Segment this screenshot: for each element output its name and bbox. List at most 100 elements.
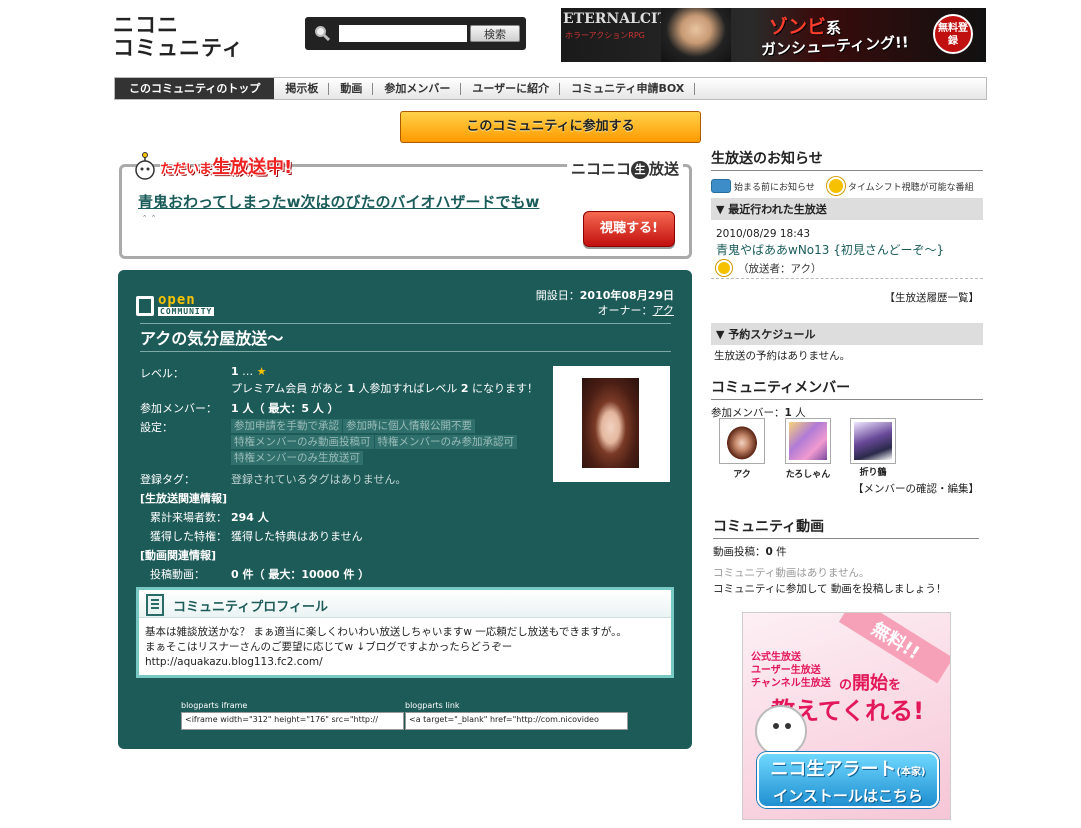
video-section: コミュニティ動画 動画投稿：0 件 コミュニティ動画はありません。 コミュニティ… — [713, 516, 979, 596]
logo-line1: ニコニ — [113, 13, 179, 37]
blogparts-iframe-code[interactable]: <iframe width="312" height="176" src="ht… — [181, 712, 404, 730]
blogparts-link-code[interactable]: <a target="_blank" href="http://com.nico… — [405, 712, 628, 730]
visitors-label: 累計来場者数： — [150, 511, 227, 524]
clock-icon — [826, 177, 845, 195]
ad-headline-main: ゾンビ — [769, 16, 827, 38]
premium-count: 1 — [347, 382, 355, 395]
live-title-link[interactable]: 青鬼おわってしまったw次はのびたのバイオハザードでもw — [138, 191, 539, 212]
tab-request-box[interactable]: コミュニティ申請BOX — [560, 78, 696, 99]
member-avatar — [785, 418, 831, 464]
ad-cta-title: ニコ生アラート(本家) — [759, 757, 937, 786]
video-count-unit: 件 — [772, 546, 787, 558]
videos-label: 投稿動画： — [150, 568, 205, 581]
live-notice-title: 生放送のお知らせ — [711, 148, 983, 171]
nico-alert-ad[interactable]: 無料!! 公式生放送 ユーザー生放送 チャンネル生放送 の開始を 教えてくれる!… — [742, 612, 951, 820]
member-avatar — [719, 418, 765, 464]
live-notice-legend: 始まる前にお知らせ タイムシフト視聴が可能な番組 — [711, 177, 983, 195]
live-notice-section: 生放送のお知らせ 始まる前にお知らせ タイムシフト視聴が可能な番組 — [711, 148, 983, 195]
recent-live-item: 2010/08/29 18:43 青鬼やばああwNo13 {初見さんどーぞ～} … — [716, 228, 988, 276]
live-now-text: 生放送中! — [212, 157, 293, 178]
members-link-wrap: 【メンバーの確認・編集】 — [711, 481, 979, 496]
video-cta-text1: コミュニティに — [713, 583, 786, 595]
tab-videos[interactable]: 動画 — [329, 78, 374, 99]
profile-body: 基本は雑談放送かな？ まぁ適当に楽しくわいわい放送しちゃいますw 一応頼だし放送… — [145, 625, 627, 670]
privilege-label: 獲得した特権： — [150, 530, 227, 543]
schedule-none: 生放送の予約はありません。 — [714, 350, 851, 362]
nico-live-brand: ニコニコ生放送 — [566, 158, 683, 179]
live-now-header: ただいま生放送中! — [132, 151, 292, 181]
search-button[interactable]: 検索 — [470, 25, 520, 42]
search-input[interactable] — [339, 25, 467, 42]
join-community-button[interactable]: このコミュニティに参加する — [400, 111, 701, 143]
privilege-value: 獲得した特典はありません — [231, 530, 363, 543]
tab-board[interactable]: 掲示板 — [274, 78, 330, 99]
member-card[interactable]: たろしゃん — [785, 418, 831, 480]
tab-community-top[interactable]: このコミュニティのトップ — [115, 78, 275, 99]
ad-broadcast-types: 公式生放送 ユーザー生放送 チャンネル生放送 — [751, 651, 831, 690]
logo-line2: コミュニティ — [113, 36, 244, 60]
video-count-label: 動画投稿： — [713, 546, 766, 558]
recent-live-title[interactable]: 青鬼やばああwNo13 {初見さんどーぞ～} — [716, 241, 988, 258]
profile-title: コミュニティプロフィール — [173, 600, 328, 615]
legend-notify: 始まる前にお知らせ — [734, 182, 815, 193]
ad-cta-install: インストールはこちら — [773, 787, 923, 805]
open-community-icon — [136, 296, 154, 316]
members-section: コミュニティメンバー 参加メンバー：1 人 — [711, 377, 983, 420]
setting-tag: 参加申請を手動で承認 — [231, 419, 342, 433]
divider — [711, 278, 983, 279]
recent-live-bar: ▼ 最近行われた生放送 — [711, 198, 983, 220]
created-label: 開設日： — [535, 289, 580, 302]
ad-type-line: 公式生放送 — [751, 652, 801, 663]
visitors-value: 294 人 — [231, 511, 269, 524]
join-link[interactable]: 参加して — [786, 583, 828, 595]
recent-live-caster-text: （放送者：アク） — [738, 262, 822, 275]
premium-link[interactable]: プレミアム会員 — [231, 382, 307, 395]
live-description: ＾＾ — [140, 217, 159, 227]
blogparts-iframe-label: blogparts iframe — [181, 701, 248, 710]
ad-subtitle: ホラーアクションRPG — [565, 31, 645, 40]
setting-tag: 特権メンバーのみ参加承認可 — [374, 435, 517, 449]
tab-introduce[interactable]: ユーザーに紹介 — [461, 78, 560, 99]
premium-text1: があと — [307, 382, 348, 395]
ad-type-line: ユーザー生放送 — [751, 665, 821, 676]
members-edit-link[interactable]: 【メンバーの確認・編集】 — [853, 483, 979, 495]
video-count-value: 0 — [765, 546, 773, 558]
owner-link[interactable]: アク — [653, 304, 674, 317]
ad-install-button[interactable]: ニコ生アラート(本家) インストールはこちら — [757, 752, 939, 808]
member-avatar — [850, 418, 896, 464]
nico-live-brand-text: ニコニコ — [570, 160, 631, 178]
live-now-headline: ただいま生放送中! — [160, 153, 292, 179]
premium-level: 2 — [460, 382, 469, 395]
ad-cta-sub: (本家) — [896, 767, 926, 778]
nico-live-brand-tail: 放送 — [648, 160, 679, 178]
members-label: 参加メンバー： — [140, 402, 217, 415]
level-number: 1 — [231, 365, 239, 378]
history-link-wrap: 【生放送履歴一覧】 — [711, 290, 980, 305]
blogparts-link-label: blogparts link — [405, 701, 460, 710]
video-cta: コミュニティに参加して 動画を投稿しましょう！ — [713, 581, 979, 596]
live-history-link[interactable]: 【生放送履歴一覧】 — [885, 292, 980, 304]
member-card[interactable]: 折り鶴 — [850, 418, 896, 478]
tags-value: 登録されているタグはありません。 — [231, 473, 407, 486]
mail-icon — [711, 179, 731, 193]
premium-note: プレミアム会員 があと 1 人参加すればレベル 2 になります！ — [231, 380, 538, 396]
ad-character-image — [661, 8, 731, 62]
created-date: 開設日：2010年08月29日 — [536, 288, 674, 303]
profile-icon — [146, 594, 164, 616]
video-section-heading: [動画関連情報] — [140, 549, 217, 562]
setting-tag: 特権メンバーのみ生放送可 — [231, 451, 363, 465]
community-nav: このコミュニティのトップ 掲示板 動画 参加メンバー ユーザーに紹介 コミュニテ… — [114, 77, 987, 100]
member-name: たろしゃん — [785, 470, 831, 480]
community-created-info: 開設日：2010年08月29日 オーナー：アク — [536, 288, 674, 318]
videos-value: 0 件（ 最大：10000 件 ） — [231, 568, 370, 581]
top-banner-ad[interactable]: ETERNALCITY ホラーアクションRPG ゾンビ系 ガンシューティング!!… — [561, 8, 986, 62]
tab-members[interactable]: 参加メンバー — [373, 78, 462, 99]
nico-live-circle-icon: 生 — [630, 160, 649, 179]
profile-line: まぁそこはリスナーさんのご要望に応じてw ↓ブログですよかったらどうぞー — [145, 641, 513, 653]
watch-live-button[interactable]: 視聴する! — [583, 211, 675, 247]
divider — [140, 351, 671, 352]
schedule-bar: ▼ 予約スケジュール — [711, 323, 983, 345]
member-card[interactable]: アク — [719, 418, 765, 480]
site-logo[interactable]: ニコニ コミュニティ — [113, 14, 244, 60]
profile-header: コミュニティプロフィール — [139, 590, 671, 618]
